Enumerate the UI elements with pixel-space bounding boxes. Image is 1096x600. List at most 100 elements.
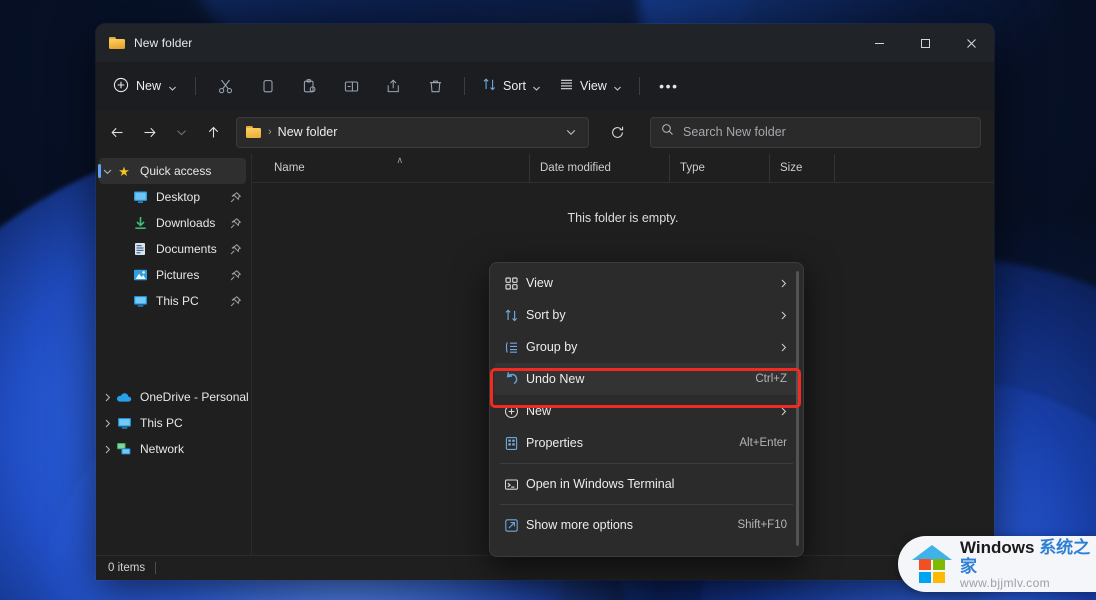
sidebar-item-downloads[interactable]: Downloads — [99, 210, 246, 236]
logo-roof — [912, 545, 952, 560]
sidebar-item-documents[interactable]: Documents — [99, 236, 246, 262]
see-more-button[interactable]: ••• — [649, 70, 689, 102]
context-menu-item-view[interactable]: View — [494, 267, 799, 299]
command-bar-divider-2 — [464, 77, 466, 95]
context-menu-item-show-more-options[interactable]: Show more options Shift+F10 — [494, 509, 799, 541]
recent-locations-button[interactable] — [166, 117, 196, 147]
context-menu-separator — [500, 504, 793, 505]
command-bar-divider — [195, 77, 197, 95]
column-header-size[interactable]: Size — [769, 154, 834, 182]
sidebar-item-onedrive-personal[interactable]: OneDrive - Personal — [99, 384, 249, 410]
sidebar-item-label: This PC — [140, 416, 183, 430]
maximize-button[interactable] — [902, 24, 948, 62]
pin-icon[interactable] — [229, 217, 242, 230]
breadcrumb-current[interactable]: New folder — [278, 125, 338, 139]
up-button[interactable] — [198, 117, 228, 147]
context-menu-item-group-by[interactable]: Group by — [494, 331, 799, 363]
context-menu-item-new[interactable]: New — [494, 395, 799, 427]
forward-button[interactable] — [134, 117, 164, 147]
sidebar-item-this-pc[interactable]: This PC — [99, 288, 246, 314]
pin-icon[interactable] — [229, 243, 242, 256]
delete-button[interactable] — [415, 70, 455, 102]
rename-button[interactable] — [331, 70, 371, 102]
logo-square-blue — [919, 572, 931, 583]
title-bar-left: New folder — [96, 36, 192, 50]
search-box[interactable] — [650, 116, 981, 148]
context-menu-item-sort-by[interactable]: Sort by — [494, 299, 799, 331]
column-header-name[interactable]: Name ∧ — [264, 154, 529, 182]
command-bar: New Sort View ••• — [96, 62, 994, 110]
context-menu-scrollbar[interactable] — [796, 271, 799, 546]
command-bar-divider-3 — [638, 77, 640, 95]
sort-arrows-icon — [504, 308, 526, 323]
sidebar-item-label: This PC — [156, 294, 199, 308]
new-button[interactable]: New — [106, 70, 186, 102]
pin-icon[interactable] — [229, 191, 242, 204]
item-count: 0 items — [108, 562, 146, 574]
sidebar-item-label: Desktop — [156, 190, 201, 204]
context-menu-item-label: View — [526, 276, 553, 290]
view-button[interactable]: View — [551, 70, 630, 102]
logo-square-yellow — [933, 572, 945, 583]
context-menu-item-properties[interactable]: Properties Alt+Enter — [494, 427, 799, 459]
context-menu-separator — [500, 463, 793, 464]
sidebar-item-label: Quick access — [140, 164, 212, 178]
column-header-name-label: Name — [274, 162, 305, 174]
view-button-label: View — [579, 79, 607, 93]
sidebar-item-desktop[interactable]: Desktop — [99, 184, 246, 210]
windows-house-logo — [912, 545, 952, 583]
context-menu-item-label: New — [526, 404, 552, 418]
address-bar[interactable]: › New folder — [236, 116, 589, 148]
documents-icon — [131, 242, 149, 256]
paste-button[interactable] — [289, 70, 329, 102]
cut-button[interactable] — [205, 70, 245, 102]
status-divider — [155, 562, 157, 574]
close-button[interactable] — [948, 24, 994, 62]
sidebar-item-quick-access[interactable]: ★ Quick access — [98, 158, 246, 184]
context-menu-item-label: Open in Windows Terminal — [526, 477, 675, 491]
search-input[interactable] — [683, 125, 970, 139]
refresh-button[interactable] — [601, 117, 633, 148]
back-button[interactable] — [102, 117, 132, 147]
column-header-type[interactable]: Type — [669, 154, 769, 182]
column-header-spare[interactable] — [834, 154, 874, 182]
breadcrumb-separator: › — [268, 126, 272, 138]
chevron-right-icon[interactable] — [99, 444, 115, 455]
window-controls — [856, 24, 994, 62]
pin-icon[interactable] — [229, 269, 242, 282]
context-menu-item-undo-new[interactable]: Undo New Ctrl+Z — [494, 363, 799, 395]
terminal-icon — [504, 477, 526, 492]
chevron-right-icon[interactable] — [99, 418, 115, 429]
minimize-button[interactable] — [856, 24, 902, 62]
desktop-icon — [131, 190, 149, 204]
folder-icon — [246, 126, 261, 138]
sidebar-item-this-pc[interactable]: This PC — [99, 410, 246, 436]
context-menu-item-label: Properties — [526, 436, 583, 450]
pin-icon[interactable] — [229, 295, 242, 308]
column-header-type-label: Type — [680, 162, 705, 174]
chevron-down-icon[interactable] — [99, 166, 115, 177]
chevron-down-icon — [613, 82, 622, 91]
column-header-date-label: Date modified — [540, 162, 611, 174]
column-header-date-modified[interactable]: Date modified — [529, 154, 669, 182]
context-menu-item-label: Group by — [526, 340, 578, 354]
sort-button[interactable]: Sort — [474, 70, 549, 102]
chevron-right-icon — [778, 342, 791, 353]
chevron-right-icon[interactable] — [99, 392, 115, 403]
sidebar-item-network[interactable]: Network — [99, 436, 246, 462]
window-title: New folder — [134, 36, 193, 50]
copy-button[interactable] — [247, 70, 287, 102]
logo-square-green — [933, 559, 945, 570]
pictures-icon — [131, 268, 149, 282]
share-button[interactable] — [373, 70, 413, 102]
sidebar-item-label: Pictures — [156, 268, 200, 282]
context-menu-item-open-in-windows-terminal[interactable]: Open in Windows Terminal — [494, 468, 799, 500]
chevron-down-icon[interactable] — [558, 119, 584, 145]
context-menu[interactable]: View Sort by Group by Undo New Ctrl+Z New Prop… — [489, 262, 804, 557]
navigation-pane[interactable]: ★ Quick access Desktop Downloads Documents Pi… — [96, 154, 252, 555]
chevron-right-icon — [778, 406, 791, 417]
sidebar-item-pictures[interactable]: Pictures — [99, 262, 246, 288]
new-button-label: New — [136, 79, 162, 93]
context-menu-item-shortcut: Alt+Enter — [739, 437, 787, 449]
sidebar-item-label: OneDrive - Personal — [140, 390, 249, 404]
